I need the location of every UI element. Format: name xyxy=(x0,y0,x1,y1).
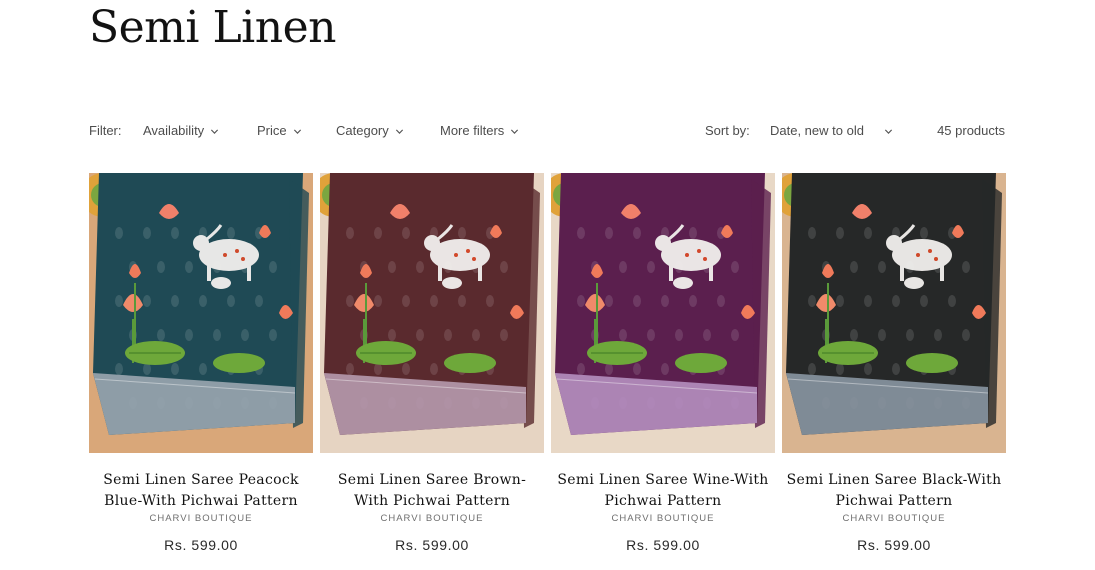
product-price: Rs. 599.00 xyxy=(626,537,700,553)
chevron-down-icon xyxy=(884,127,893,136)
product-title[interactable]: Semi Linen Saree Brown-With Pichwai Patt… xyxy=(320,470,544,512)
product-price: Rs. 599.00 xyxy=(395,537,469,553)
product-image[interactable] xyxy=(89,173,313,453)
product-card[interactable]: Semi Linen Saree Black-With Pichwai Patt… xyxy=(782,173,1006,554)
product-vendor: CHARVI BOUTIQUE xyxy=(611,513,715,524)
filter-availability-label: Availability xyxy=(143,123,205,138)
product-card[interactable]: Semi Linen Saree Peacock Blue-With Pichw… xyxy=(89,173,313,554)
product-image[interactable] xyxy=(320,173,544,453)
filter-more-label: More filters xyxy=(440,123,505,138)
product-vendor: CHARVI BOUTIQUE xyxy=(842,513,946,524)
product-title[interactable]: Semi Linen Saree Wine-With Pichwai Patte… xyxy=(551,470,775,512)
product-card[interactable]: Semi Linen Saree Wine-With Pichwai Patte… xyxy=(551,173,775,554)
filter-price[interactable]: Price xyxy=(257,120,302,142)
product-count: 45 products xyxy=(937,123,1005,138)
product-card[interactable]: Semi Linen Saree Brown-With Pichwai Patt… xyxy=(320,173,544,554)
sort-label: Sort by: xyxy=(705,123,750,138)
product-image[interactable] xyxy=(551,173,775,453)
chevron-down-icon xyxy=(510,127,519,136)
filter-more[interactable]: More filters xyxy=(440,120,519,142)
chevron-down-icon xyxy=(210,127,219,136)
product-vendor: CHARVI BOUTIQUE xyxy=(149,513,253,524)
page-title: Semi Linen xyxy=(89,2,336,53)
filter-label: Filter: xyxy=(89,123,122,138)
product-image[interactable] xyxy=(782,173,1006,453)
filter-category-label: Category xyxy=(336,123,389,138)
product-price: Rs. 599.00 xyxy=(164,537,238,553)
product-price: Rs. 599.00 xyxy=(857,537,931,553)
sort-select[interactable]: Date, new to old xyxy=(770,120,893,142)
filter-price-label: Price xyxy=(257,123,287,138)
filter-availability[interactable]: Availability xyxy=(143,120,219,142)
sort-select-value: Date, new to old xyxy=(770,123,864,138)
facet-bar: Filter: Availability Price Category More… xyxy=(89,120,1005,142)
filter-category[interactable]: Category xyxy=(336,120,404,142)
product-title[interactable]: Semi Linen Saree Black-With Pichwai Patt… xyxy=(782,470,1006,512)
chevron-down-icon xyxy=(293,127,302,136)
product-title[interactable]: Semi Linen Saree Peacock Blue-With Pichw… xyxy=(89,470,313,512)
product-vendor: CHARVI BOUTIQUE xyxy=(380,513,484,524)
chevron-down-icon xyxy=(395,127,404,136)
